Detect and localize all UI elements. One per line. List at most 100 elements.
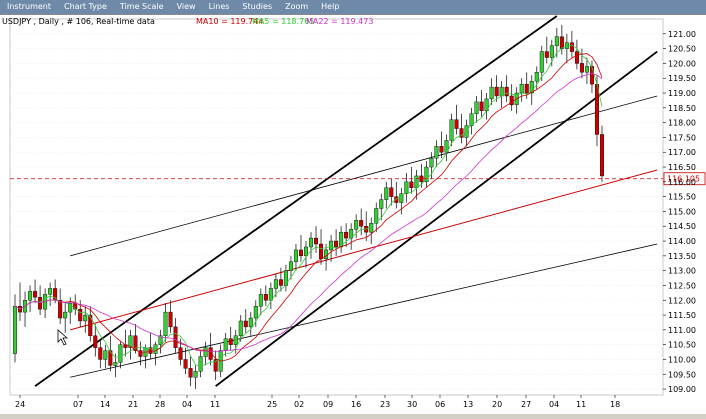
candle-body [168,311,173,328]
x-tick-label: 07 [73,400,83,409]
candle-body [539,51,544,73]
candle-body [329,240,334,251]
menu-lines[interactable]: Lines [202,0,236,14]
candle-body [173,326,178,348]
y-tick-label: 119.00 [668,89,696,98]
y-tick-label: 120.00 [668,59,696,68]
candle-body [424,166,429,183]
candle-body [58,300,63,319]
candle-body [28,291,33,301]
chart-area[interactable]: 116.105 121.00 120.50 120.00 119.50 119.00 11… [0,14,706,414]
candle-body [38,297,43,310]
candle-body [584,66,589,73]
candle-body [474,101,479,114]
candle-body [429,157,434,168]
candle-body [63,311,68,319]
candle-body [103,350,108,360]
candle-body [223,338,228,351]
x-tick-label: 11 [576,400,586,409]
candle-body [354,220,359,230]
x-tick-label: 11 [210,400,220,409]
ma5-label: MA5 = 118.765 [252,17,314,26]
x-tick-label: 09 [323,400,333,409]
candle-body [579,63,584,73]
candle-body [253,305,258,319]
y-tick-label: 116.00 [668,178,696,187]
y-tick-label: 110.50 [668,341,696,350]
candle-body [188,368,193,378]
candle-body [233,335,238,345]
candle-body [379,199,384,209]
candle-body [248,317,253,328]
candle-body [454,119,459,129]
x-tick-label: 14 [100,400,110,409]
candle-body [238,320,243,336]
candle-body [549,45,554,58]
candle-body [228,338,233,345]
candle-body [314,237,319,245]
candle-body [324,249,329,260]
y-tick-label: 110.00 [668,355,696,364]
candle-body [163,311,168,336]
candle-body [574,51,579,64]
candle-body [439,146,444,153]
candle-body [434,146,439,159]
x-tick-label: 21 [128,400,138,409]
candle-body [494,86,499,97]
candle-body [499,86,504,97]
y-tick-label: 118.00 [668,119,696,128]
menu-zoom[interactable]: Zoom [278,0,314,14]
menu-time-scale[interactable]: Time Scale [113,0,170,14]
x-tick-label: 25 [267,400,277,409]
candle-body [404,181,409,194]
candle-body [369,223,374,233]
menu-help[interactable]: Help [314,0,345,14]
candle-body [344,231,349,239]
y-tick-label: 109.00 [668,385,696,394]
candle-body [389,187,394,197]
candle-body [98,347,103,360]
y-tick-label: 118.50 [668,104,696,113]
menu-chart-type[interactable]: Chart Type [57,0,113,14]
menu-instrument[interactable]: Instrument [0,0,57,14]
candle-body [113,362,118,366]
candle-body [554,36,559,46]
candle-body [509,95,514,106]
candle-body [319,243,324,260]
y-tick-label: 109.50 [668,370,696,379]
y-tick-label: 111.50 [668,311,696,320]
menu-view[interactable]: View [170,0,202,14]
candle-body [569,42,574,52]
candlestick-chart[interactable]: 116.105 121.00120.50120.00119.50119.0011… [0,15,706,415]
candle-body [93,335,98,348]
menu-studies[interactable]: Studies [235,0,278,14]
candle-body [288,261,293,271]
y-tick-label: 121.00 [668,30,696,39]
candle-body [12,305,17,354]
x-tick-label: 28 [155,400,165,409]
candle-body [600,134,605,177]
y-tick-label: 115.00 [668,207,696,216]
candle-body [33,291,38,298]
candle-body [303,246,308,257]
candle-body [203,347,208,357]
candle-body [594,83,599,135]
chart-symbol-label: USDJPY , Daily , # 106, Real-time data [2,17,155,26]
candle-body [359,220,364,227]
candle-body [278,279,283,286]
y-tick-label: 117.00 [668,148,696,157]
candle-body [193,371,198,378]
candle-body [118,344,123,363]
candle-body [78,308,83,322]
candle-body [293,249,298,262]
candle-body [544,51,549,58]
candle-body [534,72,539,82]
candle-body [48,288,53,295]
y-tick-label: 113.00 [668,267,696,276]
candle-body [479,101,484,111]
candle-body [489,86,494,100]
y-tick-label: 114.00 [668,237,696,246]
menu-bar: Instrument Chart Type Time Scale View Li… [0,0,706,14]
candle-body [449,119,454,141]
candle-body [298,249,303,257]
